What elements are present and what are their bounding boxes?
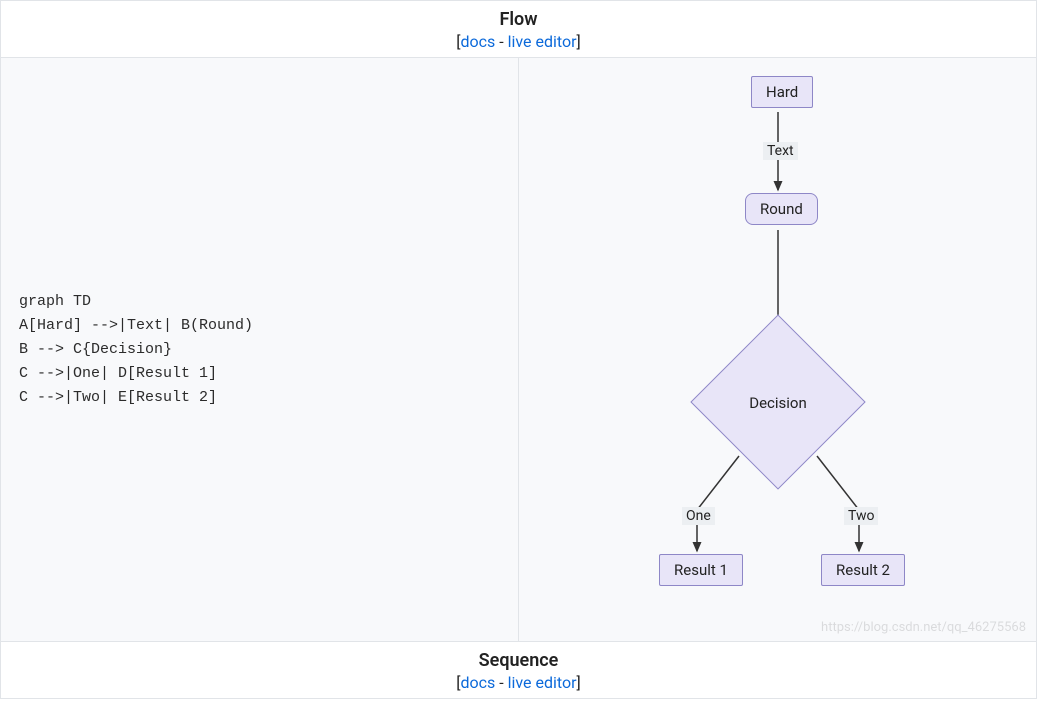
section-links: [docs - live editor] bbox=[1, 673, 1036, 692]
node-decision-label: Decision bbox=[747, 394, 809, 412]
docs-link[interactable]: docs bbox=[460, 673, 495, 692]
link-sep: - bbox=[495, 32, 507, 51]
flow-source-code: graph TD A[Hard] -->|Text| B(Round) B --… bbox=[1, 290, 271, 410]
edge-c-e-seg1 bbox=[817, 456, 859, 510]
section-title: Flow bbox=[1, 9, 1036, 30]
live-editor-link[interactable]: live editor bbox=[508, 673, 577, 692]
edge-label-two: Two bbox=[844, 507, 878, 525]
node-label: Hard bbox=[766, 83, 798, 101]
node-result-1: Result 1 bbox=[659, 554, 743, 586]
section-title: Sequence bbox=[1, 650, 1036, 671]
flow-body: graph TD A[Hard] -->|Text| B(Round) B --… bbox=[0, 58, 1037, 641]
node-round: Round bbox=[745, 193, 818, 225]
node-label: Result 1 bbox=[674, 561, 728, 579]
bracket-close: ] bbox=[577, 673, 581, 692]
docs-link[interactable]: docs bbox=[460, 32, 495, 51]
node-label: Round bbox=[760, 200, 803, 218]
code-panel: graph TD A[Hard] -->|Text| B(Round) B --… bbox=[1, 58, 519, 641]
live-editor-link[interactable]: live editor bbox=[508, 32, 577, 51]
edge-label-one: One bbox=[682, 507, 715, 525]
node-hard: Hard bbox=[751, 76, 813, 108]
bracket-close: ] bbox=[577, 32, 581, 51]
link-sep: - bbox=[495, 673, 507, 692]
node-result-2: Result 2 bbox=[821, 554, 905, 586]
diagram-panel: Hard Text Round Decision One Two Result … bbox=[519, 58, 1036, 641]
node-label: Result 2 bbox=[836, 561, 890, 579]
flow-diagram: Hard Text Round Decision One Two Result … bbox=[519, 58, 1036, 641]
edge-label-text: Text bbox=[763, 142, 798, 160]
section-header-flow: Flow [docs - live editor] bbox=[0, 0, 1037, 58]
section-header-sequence: Sequence [docs - live editor] bbox=[0, 641, 1037, 699]
edge-c-d-seg1 bbox=[697, 456, 739, 510]
section-links: [docs - live editor] bbox=[1, 32, 1036, 51]
